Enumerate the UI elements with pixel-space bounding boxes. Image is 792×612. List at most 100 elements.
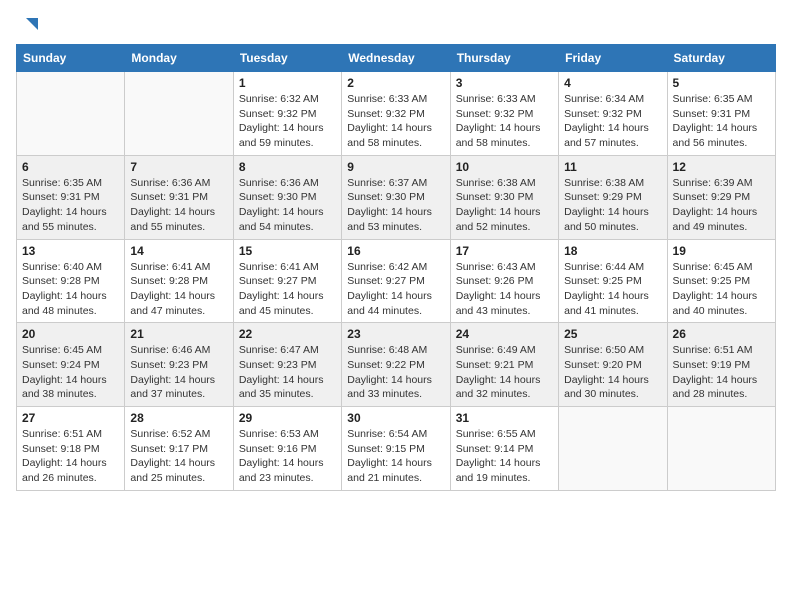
day-info: Sunrise: 6:35 AM Sunset: 9:31 PM Dayligh… xyxy=(22,176,119,235)
calendar-cell xyxy=(667,407,775,491)
day-info: Sunrise: 6:51 AM Sunset: 9:19 PM Dayligh… xyxy=(673,343,770,402)
day-info: Sunrise: 6:42 AM Sunset: 9:27 PM Dayligh… xyxy=(347,260,444,319)
day-number: 4 xyxy=(564,76,661,90)
day-number: 3 xyxy=(456,76,553,90)
calendar-cell: 30 Sunrise: 6:54 AM Sunset: 9:15 PM Dayli… xyxy=(342,407,450,491)
calendar-cell: 28Sunrise: 6:52 AM Sunset: 9:17 PM Dayli… xyxy=(125,407,233,491)
calendar-cell xyxy=(17,72,125,156)
day-number: 5 xyxy=(673,76,770,90)
calendar-cell: 22 Sunrise: 6:47 AM Sunset: 9:23 PM Dayli… xyxy=(233,323,341,407)
calendar-cell: 3 Sunrise: 6:33 AM Sunset: 9:32 PM Daylig… xyxy=(450,72,558,156)
calendar-cell: 24 Sunrise: 6:49 AM Sunset: 9:21 PM Dayli… xyxy=(450,323,558,407)
calendar-week-row: 20Sunrise: 6:45 AM Sunset: 9:24 PM Dayli… xyxy=(17,323,776,407)
day-number: 19 xyxy=(673,244,770,258)
day-number: 21 xyxy=(130,327,227,341)
day-number: 26 xyxy=(673,327,770,341)
calendar-cell: 31 Sunrise: 6:55 AM Sunset: 9:14 PM Dayli… xyxy=(450,407,558,491)
day-number: 8 xyxy=(239,160,336,174)
day-number: 9 xyxy=(347,160,444,174)
calendar-table: SundayMondayTuesdayWednesdayThursdayFrid… xyxy=(16,44,776,491)
day-info: Sunrise: 6:40 AM Sunset: 9:28 PM Dayligh… xyxy=(22,260,119,319)
day-info: Sunrise: 6:36 AM Sunset: 9:30 PM Dayligh… xyxy=(239,176,336,235)
calendar-cell: 2 Sunrise: 6:33 AM Sunset: 9:32 PM Daylig… xyxy=(342,72,450,156)
weekday-header: Saturday xyxy=(667,45,775,72)
day-info: Sunrise: 6:48 AM Sunset: 9:22 PM Dayligh… xyxy=(347,343,444,402)
day-number: 20 xyxy=(22,327,119,341)
calendar-cell: 25 Sunrise: 6:50 AM Sunset: 9:20 PM Dayli… xyxy=(559,323,667,407)
calendar-cell: 12 Sunrise: 6:39 AM Sunset: 9:29 PM Dayli… xyxy=(667,155,775,239)
page-header xyxy=(16,16,776,32)
calendar-cell: 14 Sunrise: 6:41 AM Sunset: 9:28 PM Dayli… xyxy=(125,239,233,323)
day-info: Sunrise: 6:50 AM Sunset: 9:20 PM Dayligh… xyxy=(564,343,661,402)
calendar-cell: 8 Sunrise: 6:36 AM Sunset: 9:30 PM Daylig… xyxy=(233,155,341,239)
calendar-cell: 4Sunrise: 6:34 AM Sunset: 9:32 PM Daylig… xyxy=(559,72,667,156)
day-number: 17 xyxy=(456,244,553,258)
day-info: Sunrise: 6:38 AM Sunset: 9:29 PM Dayligh… xyxy=(564,176,661,235)
day-info: Sunrise: 6:39 AM Sunset: 9:29 PM Dayligh… xyxy=(673,176,770,235)
logo xyxy=(16,16,40,32)
day-info: Sunrise: 6:32 AM Sunset: 9:32 PM Dayligh… xyxy=(239,92,336,151)
calendar-week-row: 27Sunrise: 6:51 AM Sunset: 9:18 PM Dayli… xyxy=(17,407,776,491)
day-number: 10 xyxy=(456,160,553,174)
weekday-header: Sunday xyxy=(17,45,125,72)
day-number: 31 xyxy=(456,411,553,425)
day-number: 1 xyxy=(239,76,336,90)
calendar-week-row: 1 Sunrise: 6:32 AM Sunset: 9:32 PM Daylig… xyxy=(17,72,776,156)
day-number: 15 xyxy=(239,244,336,258)
calendar-cell: 1 Sunrise: 6:32 AM Sunset: 9:32 PM Daylig… xyxy=(233,72,341,156)
day-info: Sunrise: 6:41 AM Sunset: 9:27 PM Dayligh… xyxy=(239,260,336,319)
logo-icon xyxy=(18,14,40,36)
calendar-cell: 11 Sunrise: 6:38 AM Sunset: 9:29 PM Dayli… xyxy=(559,155,667,239)
calendar-cell: 20Sunrise: 6:45 AM Sunset: 9:24 PM Dayli… xyxy=(17,323,125,407)
calendar-cell: 17 Sunrise: 6:43 AM Sunset: 9:26 PM Dayli… xyxy=(450,239,558,323)
day-info: Sunrise: 6:41 AM Sunset: 9:28 PM Dayligh… xyxy=(130,260,227,319)
weekday-header: Tuesday xyxy=(233,45,341,72)
day-info: Sunrise: 6:43 AM Sunset: 9:26 PM Dayligh… xyxy=(456,260,553,319)
day-number: 16 xyxy=(347,244,444,258)
calendar-cell: 21 Sunrise: 6:46 AM Sunset: 9:23 PM Dayli… xyxy=(125,323,233,407)
day-number: 6 xyxy=(22,160,119,174)
day-info: Sunrise: 6:55 AM Sunset: 9:14 PM Dayligh… xyxy=(456,427,553,486)
day-number: 11 xyxy=(564,160,661,174)
day-info: Sunrise: 6:54 AM Sunset: 9:15 PM Dayligh… xyxy=(347,427,444,486)
day-number: 25 xyxy=(564,327,661,341)
weekday-header: Thursday xyxy=(450,45,558,72)
day-info: Sunrise: 6:46 AM Sunset: 9:23 PM Dayligh… xyxy=(130,343,227,402)
day-info: Sunrise: 6:45 AM Sunset: 9:25 PM Dayligh… xyxy=(673,260,770,319)
calendar-cell: 23 Sunrise: 6:48 AM Sunset: 9:22 PM Dayli… xyxy=(342,323,450,407)
day-number: 2 xyxy=(347,76,444,90)
calendar-cell: 7Sunrise: 6:36 AM Sunset: 9:31 PM Daylig… xyxy=(125,155,233,239)
day-number: 30 xyxy=(347,411,444,425)
calendar-cell xyxy=(125,72,233,156)
day-number: 18 xyxy=(564,244,661,258)
day-number: 23 xyxy=(347,327,444,341)
day-number: 24 xyxy=(456,327,553,341)
calendar-cell: 18 Sunrise: 6:44 AM Sunset: 9:25 PM Dayli… xyxy=(559,239,667,323)
day-info: Sunrise: 6:37 AM Sunset: 9:30 PM Dayligh… xyxy=(347,176,444,235)
day-number: 13 xyxy=(22,244,119,258)
day-info: Sunrise: 6:38 AM Sunset: 9:30 PM Dayligh… xyxy=(456,176,553,235)
day-number: 29 xyxy=(239,411,336,425)
day-info: Sunrise: 6:33 AM Sunset: 9:32 PM Dayligh… xyxy=(456,92,553,151)
day-info: Sunrise: 6:33 AM Sunset: 9:32 PM Dayligh… xyxy=(347,92,444,151)
calendar-cell: 19 Sunrise: 6:45 AM Sunset: 9:25 PM Dayli… xyxy=(667,239,775,323)
calendar-cell: 29 Sunrise: 6:53 AM Sunset: 9:16 PM Dayli… xyxy=(233,407,341,491)
calendar-cell xyxy=(559,407,667,491)
weekday-header: Friday xyxy=(559,45,667,72)
day-info: Sunrise: 6:49 AM Sunset: 9:21 PM Dayligh… xyxy=(456,343,553,402)
day-info: Sunrise: 6:44 AM Sunset: 9:25 PM Dayligh… xyxy=(564,260,661,319)
day-info: Sunrise: 6:47 AM Sunset: 9:23 PM Dayligh… xyxy=(239,343,336,402)
calendar-cell: 6 Sunrise: 6:35 AM Sunset: 9:31 PM Daylig… xyxy=(17,155,125,239)
day-number: 7 xyxy=(130,160,227,174)
day-number: 14 xyxy=(130,244,227,258)
calendar-cell: 9 Sunrise: 6:37 AM Sunset: 9:30 PM Daylig… xyxy=(342,155,450,239)
day-number: 12 xyxy=(673,160,770,174)
calendar-cell: 26 Sunrise: 6:51 AM Sunset: 9:19 PM Dayli… xyxy=(667,323,775,407)
calendar-cell: 16 Sunrise: 6:42 AM Sunset: 9:27 PM Dayli… xyxy=(342,239,450,323)
day-info: Sunrise: 6:53 AM Sunset: 9:16 PM Dayligh… xyxy=(239,427,336,486)
calendar-week-row: 13 Sunrise: 6:40 AM Sunset: 9:28 PM Dayli… xyxy=(17,239,776,323)
weekday-header: Wednesday xyxy=(342,45,450,72)
day-number: 22 xyxy=(239,327,336,341)
calendar-cell: 27Sunrise: 6:51 AM Sunset: 9:18 PM Dayli… xyxy=(17,407,125,491)
calendar-cell: 10 Sunrise: 6:38 AM Sunset: 9:30 PM Dayli… xyxy=(450,155,558,239)
